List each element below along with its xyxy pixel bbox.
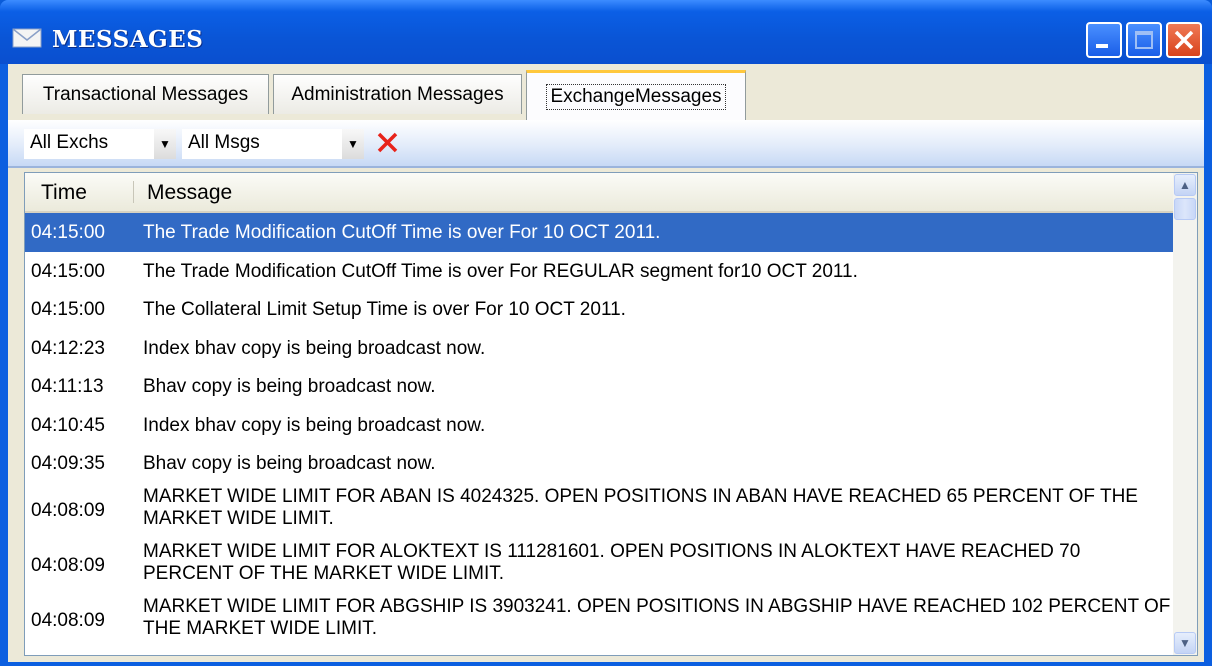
row-message: The Collateral Limit Setup Time is over … (143, 299, 626, 320)
row-message: Index bhav copy is being broadcast now. (143, 414, 486, 436)
filter-toolbar: All Exchs ▼ All Msgs ▼ (8, 120, 1204, 168)
chevron-up-icon: ▲ (1179, 178, 1191, 192)
close-icon (1174, 30, 1194, 50)
row-message: MARKET WIDE LIMIT FOR ALOKTEXT IS 111281… (143, 540, 1081, 584)
vertical-scrollbar[interactable]: ▲ ▼ (1173, 173, 1197, 655)
window-client: Transactional Messages Administration Me… (8, 64, 1204, 662)
messages-grid[interactable]: Time Message 04:15:00 The Trade Modificat… (24, 172, 1198, 656)
row-time: 04:08:09 (31, 609, 105, 631)
tab-transactional-messages[interactable]: Transactional Messages (22, 74, 269, 114)
tab-exchange-messages[interactable]: ExchangeMessages (526, 70, 746, 120)
messages-window: MESSAGES Transactional Messages Administ… (0, 0, 1212, 666)
row-message: Index bhav copy is being broadcast now. (143, 337, 486, 359)
table-row[interactable]: 04:10:45 Index bhav copy is being broadca… (25, 406, 1173, 445)
chevron-down-icon[interactable]: ▼ (342, 129, 364, 159)
close-button[interactable] (1166, 22, 1202, 58)
maximize-icon (1135, 31, 1153, 49)
row-time: 04:15:00 (31, 299, 105, 320)
row-message: Bhav copy is being broadcast now. (143, 453, 436, 474)
table-row[interactable]: 04:15:00 The Trade Modification CutOff Ti… (25, 252, 1173, 291)
table-row[interactable]: 04:12:23 Index bhav copy is being broadca… (25, 329, 1173, 368)
message-filter-value: All Msgs (188, 132, 260, 153)
table-row[interactable]: 04:15:00 The Collateral Limit Setup Time … (25, 290, 1173, 329)
row-time: 04:10:45 (31, 414, 105, 436)
grid-rows: 04:15:00 The Trade Modification CutOff Ti… (25, 213, 1173, 648)
table-row[interactable]: 04:11:13 Bhav copy is being broadcast now… (25, 367, 1173, 406)
tab-strip: Transactional Messages Administration Me… (8, 64, 1204, 120)
row-time: 04:11:13 (31, 376, 104, 397)
tab-label: ExchangeMessages (546, 83, 726, 110)
table-row[interactable]: 04:08:09 MARKET WIDE LIMIT FOR ALOKTEXT I… (25, 538, 1173, 593)
table-row[interactable]: 04:09:35 Bhav copy is being broadcast now… (25, 444, 1173, 483)
row-time: 04:15:00 (31, 260, 105, 282)
exchange-filter-value: All Exchs (30, 132, 109, 153)
title-bar[interactable]: MESSAGES (0, 0, 1212, 64)
message-filter-select[interactable]: All Msgs ▼ (182, 129, 364, 159)
table-row[interactable]: 04:08:09 MARKET WIDE LIMIT FOR ABGSHIP IS… (25, 593, 1173, 648)
table-row[interactable]: 04:08:09 MARKET WIDE LIMIT FOR ABAN IS 40… (25, 483, 1173, 538)
chevron-down-icon: ▼ (1179, 636, 1191, 650)
row-time: 04:08:09 (31, 499, 105, 521)
row-time: 04:09:35 (31, 453, 105, 474)
grid-header: Time Message (25, 173, 1173, 213)
scroll-up-button[interactable]: ▲ (1174, 174, 1196, 196)
column-header-message[interactable]: Message (147, 181, 232, 205)
red-x-icon (377, 132, 398, 153)
tab-label: Transactional Messages (42, 83, 249, 105)
tab-label: Administration Messages (291, 83, 504, 105)
row-message: Bhav copy is being broadcast now. (143, 376, 436, 397)
row-message: MARKET WIDE LIMIT FOR ABGSHIP IS 3903241… (143, 595, 1171, 639)
maximize-button[interactable] (1126, 22, 1162, 58)
minimize-icon (1096, 44, 1108, 48)
envelope-icon (12, 28, 42, 48)
row-time: 04:15:00 (31, 222, 105, 243)
exchange-filter-select[interactable]: All Exchs ▼ (24, 129, 176, 159)
row-message: MARKET WIDE LIMIT FOR ABAN IS 4024325. O… (143, 485, 1138, 529)
row-time: 04:08:09 (31, 554, 105, 576)
window-title: MESSAGES (52, 26, 204, 53)
row-message: The Trade Modification CutOff Time is ov… (143, 260, 858, 282)
chevron-down-icon[interactable]: ▼ (154, 129, 176, 159)
minimize-button[interactable] (1086, 22, 1122, 58)
clear-filter-button[interactable] (374, 128, 402, 158)
tab-administration-messages[interactable]: Administration Messages (273, 74, 522, 114)
column-header-time[interactable]: Time (41, 181, 87, 205)
scroll-down-button[interactable]: ▼ (1174, 632, 1196, 654)
column-divider[interactable] (133, 181, 134, 203)
scroll-thumb[interactable] (1174, 198, 1196, 220)
row-time: 04:12:23 (31, 337, 105, 359)
table-row[interactable]: 04:15:00 The Trade Modification CutOff Ti… (25, 213, 1173, 252)
row-message: The Trade Modification CutOff Time is ov… (143, 222, 661, 243)
